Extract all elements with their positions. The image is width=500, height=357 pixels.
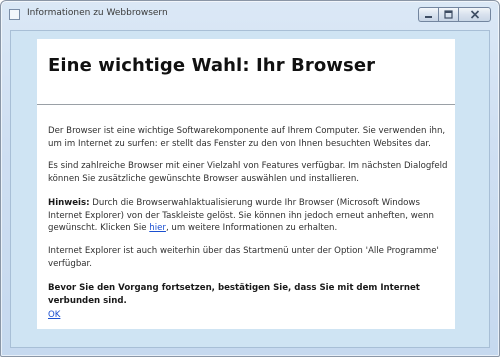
page-title: Eine wichtige Wahl: Ihr Browser xyxy=(48,55,376,76)
startmenu-paragraph: Internet Explorer ist auch weiterhin übe… xyxy=(48,246,439,269)
more-info-link[interactable]: hier xyxy=(149,223,166,233)
note-text-after: , um weitere Informationen zu erhalten. xyxy=(165,223,338,233)
connection-warning: Bevor Sie den Vorgang fortsetzen, bestät… xyxy=(48,283,420,306)
browsers-paragraph: Es sind zahlreiche Browser mit einer Vie… xyxy=(48,161,448,184)
divider xyxy=(37,104,455,105)
maximize-button[interactable] xyxy=(438,7,458,22)
window-title: Informationen zu Webbrowsern xyxy=(27,8,168,18)
dialog-window: Informationen zu Webbrowsern Eine wichti… xyxy=(0,0,500,357)
note-label: Hinweis: xyxy=(48,198,90,208)
intro-paragraph: Der Browser ist eine wichtige Softwareko… xyxy=(48,126,446,149)
caption-buttons xyxy=(418,7,491,23)
minimize-icon xyxy=(425,16,432,18)
note-paragraph: Hinweis: Durch die Browserwahlaktualisie… xyxy=(48,197,448,235)
close-button[interactable] xyxy=(458,7,491,22)
close-icon xyxy=(470,10,479,19)
window-icon xyxy=(9,9,20,20)
ok-link[interactable]: OK xyxy=(48,310,60,320)
maximize-icon xyxy=(444,10,453,19)
minimize-button[interactable] xyxy=(418,7,438,22)
content-panel: Eine wichtige Wahl: Ihr Browser Der Brow… xyxy=(37,39,455,329)
client-area: Eine wichtige Wahl: Ihr Browser Der Brow… xyxy=(10,30,490,348)
title-bar[interactable]: Informationen zu Webbrowsern xyxy=(1,1,499,27)
